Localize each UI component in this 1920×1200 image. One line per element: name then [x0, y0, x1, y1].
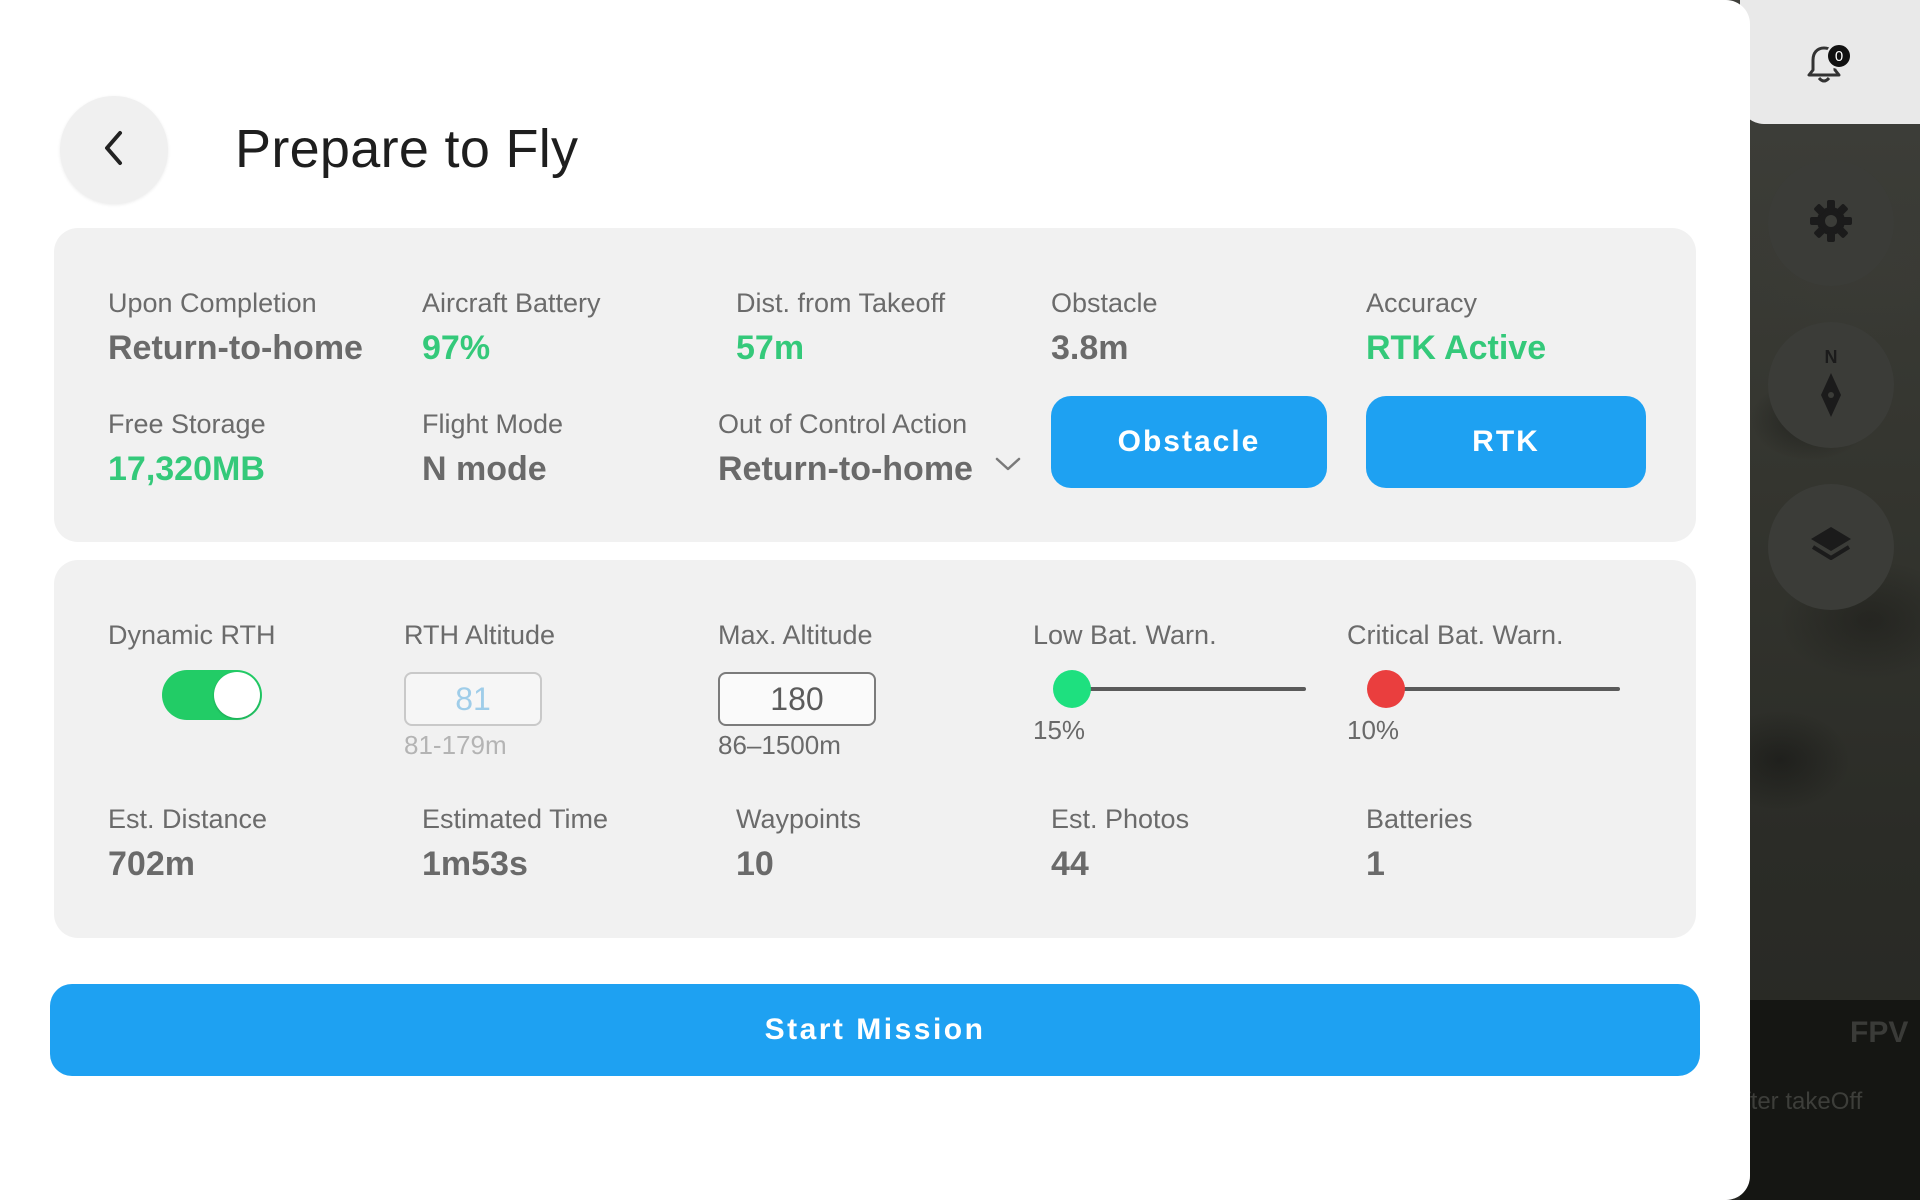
- map-layers-button[interactable]: [1768, 484, 1894, 610]
- est-photos-label: Est. Photos: [1051, 804, 1190, 834]
- obstacle-value: 3.8m: [1051, 329, 1129, 367]
- dist-from-takeoff-label: Dist. from Takeoff: [736, 288, 946, 318]
- out-of-control-action-select[interactable]: Return-to-home: [718, 440, 1021, 489]
- low-bat-slider-handle[interactable]: [1053, 670, 1091, 708]
- settings-button[interactable]: [1768, 160, 1894, 286]
- accuracy-field: Accuracy RTK Active: [1366, 288, 1546, 368]
- critical-bat-warn-field: Critical Bat. Warn.: [1347, 620, 1564, 651]
- dynamic-rth-field: Dynamic RTH: [108, 620, 276, 651]
- obstacle-field: Obstacle 3.8m: [1051, 288, 1158, 368]
- accuracy-label: Accuracy: [1366, 288, 1478, 318]
- out-of-control-action-field: Out of Control Action Return-to-home: [718, 409, 1021, 489]
- max-altitude-range: 86–1500m: [718, 730, 841, 760]
- rth-altitude-range: 81-179m: [404, 730, 507, 760]
- batteries-value: 1: [1366, 845, 1385, 883]
- low-bat-value: 15%: [1033, 715, 1086, 745]
- est-photos-field: Est. Photos 44: [1051, 804, 1189, 884]
- rth-altitude-input[interactable]: 81: [404, 672, 542, 726]
- mission-settings-panel: Dynamic RTH RTH Altitude 81 81-179m Max.…: [54, 560, 1696, 938]
- dynamic-rth-toggle[interactable]: [162, 670, 262, 720]
- critical-bat-value: 10%: [1347, 715, 1400, 745]
- takeoff-status-text: fter takeOff: [1744, 1088, 1863, 1115]
- flight-mode-field: Flight Mode N mode: [422, 409, 563, 489]
- rth-altitude-label: RTH Altitude: [404, 620, 556, 650]
- critical-bat-warn-label: Critical Bat. Warn.: [1347, 620, 1564, 650]
- aircraft-battery-label: Aircraft Battery: [422, 288, 601, 318]
- waypoints-label: Waypoints: [736, 804, 862, 834]
- estimated-time-field: Estimated Time 1m53s: [422, 804, 608, 884]
- chevron-down-icon: [995, 456, 1021, 477]
- svg-text:N: N: [1825, 347, 1838, 367]
- est-photos-value: 44: [1051, 845, 1089, 883]
- accuracy-value: RTK Active: [1366, 329, 1547, 367]
- fpv-label[interactable]: FPV: [1850, 1016, 1908, 1050]
- compass-north-icon: N: [1811, 343, 1851, 428]
- upon-completion-label: Upon Completion: [108, 288, 317, 318]
- prepare-to-fly-dialog: Prepare to Fly Upon Completion Return-to…: [0, 0, 1750, 1200]
- back-button[interactable]: [60, 96, 168, 204]
- est-distance-field: Est. Distance 702m: [108, 804, 267, 884]
- aircraft-battery-field: Aircraft Battery 97%: [422, 288, 601, 368]
- aircraft-battery-value: 97%: [422, 329, 491, 367]
- out-of-control-action-value: Return-to-home: [718, 450, 973, 488]
- flight-mode-label: Flight Mode: [422, 409, 564, 439]
- rth-altitude-field: RTH Altitude: [404, 620, 555, 651]
- upon-completion-value: Return-to-home: [108, 329, 363, 367]
- dynamic-rth-label: Dynamic RTH: [108, 620, 276, 650]
- free-storage-field: Free Storage 17,320MB: [108, 409, 266, 489]
- page-title: Prepare to Fly: [235, 119, 579, 179]
- critical-bat-slider-track[interactable]: [1386, 687, 1620, 691]
- free-storage-label: Free Storage: [108, 409, 266, 439]
- compass-button[interactable]: N: [1768, 322, 1894, 448]
- max-altitude-label: Max. Altitude: [718, 620, 873, 650]
- low-bat-warn-label: Low Bat. Warn.: [1033, 620, 1217, 650]
- dist-from-takeoff-field: Dist. from Takeoff 57m: [736, 288, 945, 368]
- batteries-label: Batteries: [1366, 804, 1473, 834]
- obstacle-button[interactable]: Obstacle: [1051, 396, 1327, 488]
- start-mission-button[interactable]: Start Mission: [50, 984, 1700, 1076]
- low-bat-warn-field: Low Bat. Warn.: [1033, 620, 1217, 651]
- chevron-left-icon: [102, 129, 126, 172]
- upon-completion-field: Upon Completion Return-to-home: [108, 288, 363, 368]
- flight-status-panel: Upon Completion Return-to-home Aircraft …: [54, 228, 1696, 542]
- free-storage-value: 17,320MB: [108, 450, 265, 488]
- layers-icon: [1807, 523, 1855, 572]
- critical-bat-slider-handle[interactable]: [1367, 670, 1405, 708]
- batteries-field: Batteries 1: [1366, 804, 1473, 884]
- waypoints-value: 10: [736, 845, 774, 883]
- max-altitude-field: Max. Altitude: [718, 620, 873, 651]
- max-altitude-input[interactable]: 180: [718, 672, 876, 726]
- est-distance-label: Est. Distance: [108, 804, 268, 834]
- estimated-time-value: 1m53s: [422, 845, 528, 883]
- dist-from-takeoff-value: 57m: [736, 329, 805, 367]
- flight-mode-value: N mode: [422, 450, 547, 488]
- estimated-time-label: Estimated Time: [422, 804, 609, 834]
- gear-icon: [1808, 198, 1854, 249]
- toggle-knob: [214, 672, 260, 718]
- low-bat-slider-track[interactable]: [1072, 687, 1306, 691]
- out-of-control-action-label: Out of Control Action: [718, 409, 968, 439]
- obstacle-label: Obstacle: [1051, 288, 1158, 318]
- notification-count-badge: 0: [1826, 43, 1852, 69]
- rtk-button[interactable]: RTK: [1366, 396, 1646, 488]
- est-distance-value: 702m: [108, 845, 195, 883]
- waypoints-field: Waypoints 10: [736, 804, 861, 884]
